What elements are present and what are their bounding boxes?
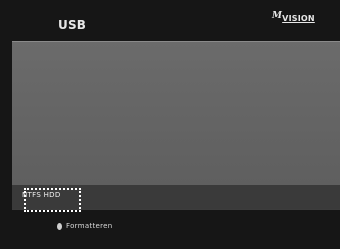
format-hint[interactable]: Formatteren: [57, 222, 113, 230]
usb-device-panel: NTFS HDD: [12, 41, 340, 210]
logo-superscript: M: [272, 11, 283, 21]
device-content-area: [12, 42, 340, 185]
logo-text: VISION: [282, 14, 315, 23]
format-label: Formatteren: [66, 222, 113, 230]
tv-screen: USB MVISION NTFS HDD Formatteren: [0, 0, 340, 249]
brand-logo: MVISION: [272, 11, 315, 24]
circle-button-icon: [57, 222, 62, 230]
page-title: USB: [58, 18, 87, 32]
selection-focus-indicator: [24, 188, 81, 212]
